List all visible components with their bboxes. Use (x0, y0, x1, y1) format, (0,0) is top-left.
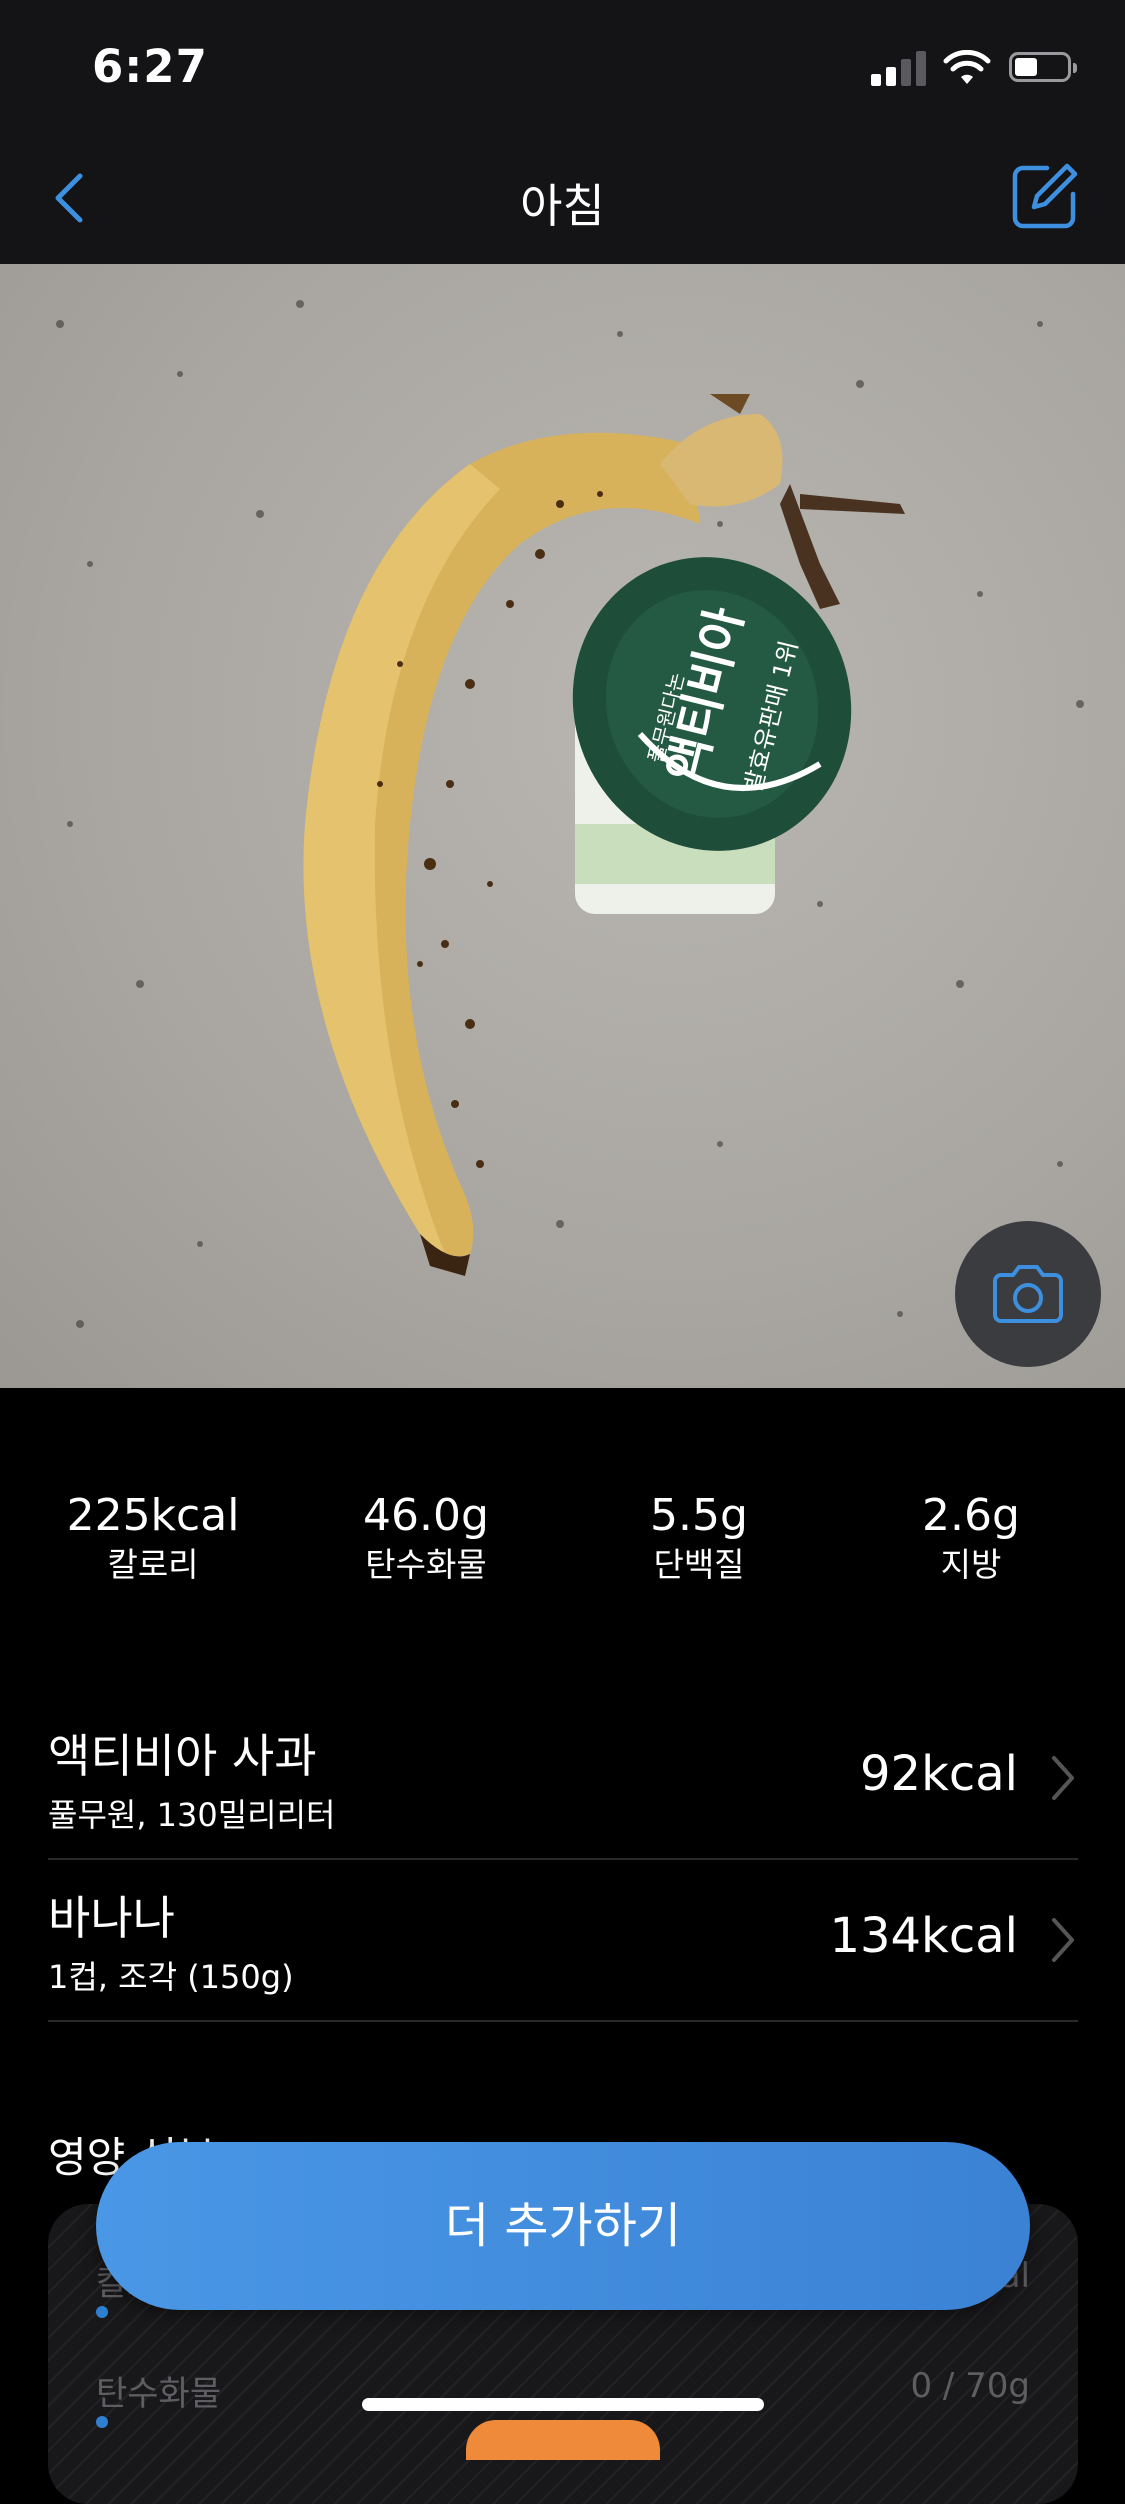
food-item-activia[interactable]: 액티비아 사과 풀무원, 130밀리리터 92kcal (48, 1698, 1078, 1860)
camera-button[interactable] (955, 1221, 1101, 1367)
food-name: 액티비아 사과 (48, 1729, 317, 1783)
cellular-signal-icon (871, 50, 927, 86)
macro-summary: 225kcal 칼로리 46.0g 탄수화물 5.5g 단백질 2.6g 지방 (0, 1488, 1125, 1598)
macro-value: 225kcal (66, 1490, 240, 1541)
status-time: 6:27 (92, 40, 208, 93)
food-kcal: 134kcal (829, 1908, 1018, 1964)
macro-label: 칼로리 (107, 1545, 199, 1584)
status-icons (871, 50, 1081, 90)
edit-icon[interactable] (1009, 160, 1081, 232)
page-title: 아침 (520, 179, 605, 233)
meal-photo-illustration: 액티비아 풀무원다논 발효유판매 1위 (56, 300, 1084, 1328)
macro-calories: 225kcal 칼로리 (18, 1488, 288, 1586)
wifi-icon (943, 50, 991, 84)
chevron-right-icon (1052, 1756, 1074, 1800)
nutrient-progress-dot (96, 2416, 108, 2428)
macro-label: 탄수화물 (365, 1545, 487, 1584)
home-indicator[interactable] (362, 2398, 764, 2411)
macro-fat: 2.6g 지방 (836, 1488, 1106, 1586)
battery-icon (1009, 52, 1077, 82)
macro-value: 5.5g (650, 1490, 748, 1541)
food-detail: 1컵, 조각 (150g) (48, 1958, 294, 1996)
nutrient-value: 0 / 70g (910, 2366, 1030, 2406)
food-kcal: 92kcal (859, 1746, 1018, 1802)
tab-bar-action-peek[interactable] (466, 2420, 660, 2460)
food-item-banana[interactable]: 바나나 1컵, 조각 (150g) 134kcal (48, 1860, 1078, 2022)
macro-value: 46.0g (363, 1490, 489, 1541)
macro-carbs: 46.0g 탄수화물 (291, 1488, 561, 1586)
macro-label: 단백질 (653, 1545, 745, 1584)
macro-label: 지방 (940, 1545, 1002, 1584)
food-name: 바나나 (48, 1891, 175, 1945)
add-more-button[interactable]: 더 추가하기 (96, 2142, 1030, 2310)
navigation-bar: 아침 (0, 132, 1125, 264)
nutrition-row-carbs: 탄수화물 0 / 70g (96, 2366, 1030, 2428)
macro-value: 2.6g (922, 1490, 1020, 1541)
meal-photo: 액티비아 풀무원다논 발효유판매 1위 (0, 264, 1125, 1388)
food-detail: 풀무원, 130밀리리터 (48, 1796, 336, 1834)
nutrient-progress-dot (96, 2306, 108, 2318)
status-bar: 6:27 (0, 0, 1125, 132)
macro-protein: 5.5g 단백질 (564, 1488, 834, 1586)
nutrient-name: 탄수화물 (96, 2374, 222, 2414)
chevron-right-icon (1052, 1918, 1074, 1962)
camera-icon (993, 1265, 1063, 1323)
